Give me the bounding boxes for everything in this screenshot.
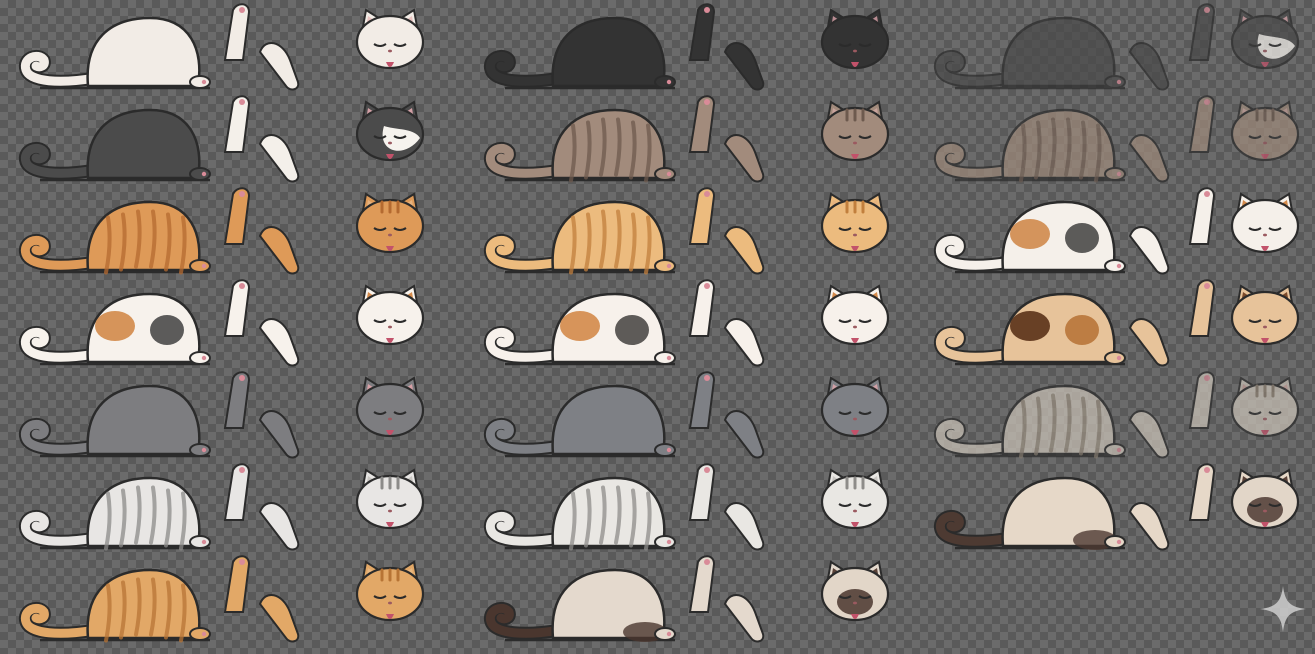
cat-sprite-c2-r6 xyxy=(483,463,890,551)
cat-sprite-c1-r1 xyxy=(18,3,425,91)
cat-sprite-c3-r2 xyxy=(933,95,1300,183)
cat-sprite-sheet xyxy=(18,3,1300,643)
cat-sprite-c1-r2 xyxy=(18,95,425,183)
cat-sprite-c3-r4 xyxy=(933,279,1300,367)
cat-sprite-c2-r1 xyxy=(483,3,890,91)
cat-sprite-c2-r2 xyxy=(483,95,890,183)
cat-sprite-c1-r6 xyxy=(18,463,425,551)
cat-sprite-c3-r1 xyxy=(933,3,1300,91)
cat-sprite-c3-r5 xyxy=(933,371,1300,459)
cat-sprite-c3-r3 xyxy=(933,187,1300,275)
cat-sprite-c1-r5 xyxy=(18,371,425,459)
cat-sprite-c2-r7 xyxy=(483,555,890,643)
cat-sprite-c2-r4 xyxy=(483,279,890,367)
cat-sprite-c3-r6 xyxy=(933,463,1300,551)
cat-sprite-c2-r5 xyxy=(483,371,890,459)
cat-sprite-c1-r7 xyxy=(18,555,425,643)
cat-sprite-c2-r3 xyxy=(483,187,890,275)
sparkle-icon xyxy=(1260,586,1306,632)
cat-sprite-c1-r4 xyxy=(18,279,425,367)
cat-sprite-c1-r3 xyxy=(18,187,425,275)
